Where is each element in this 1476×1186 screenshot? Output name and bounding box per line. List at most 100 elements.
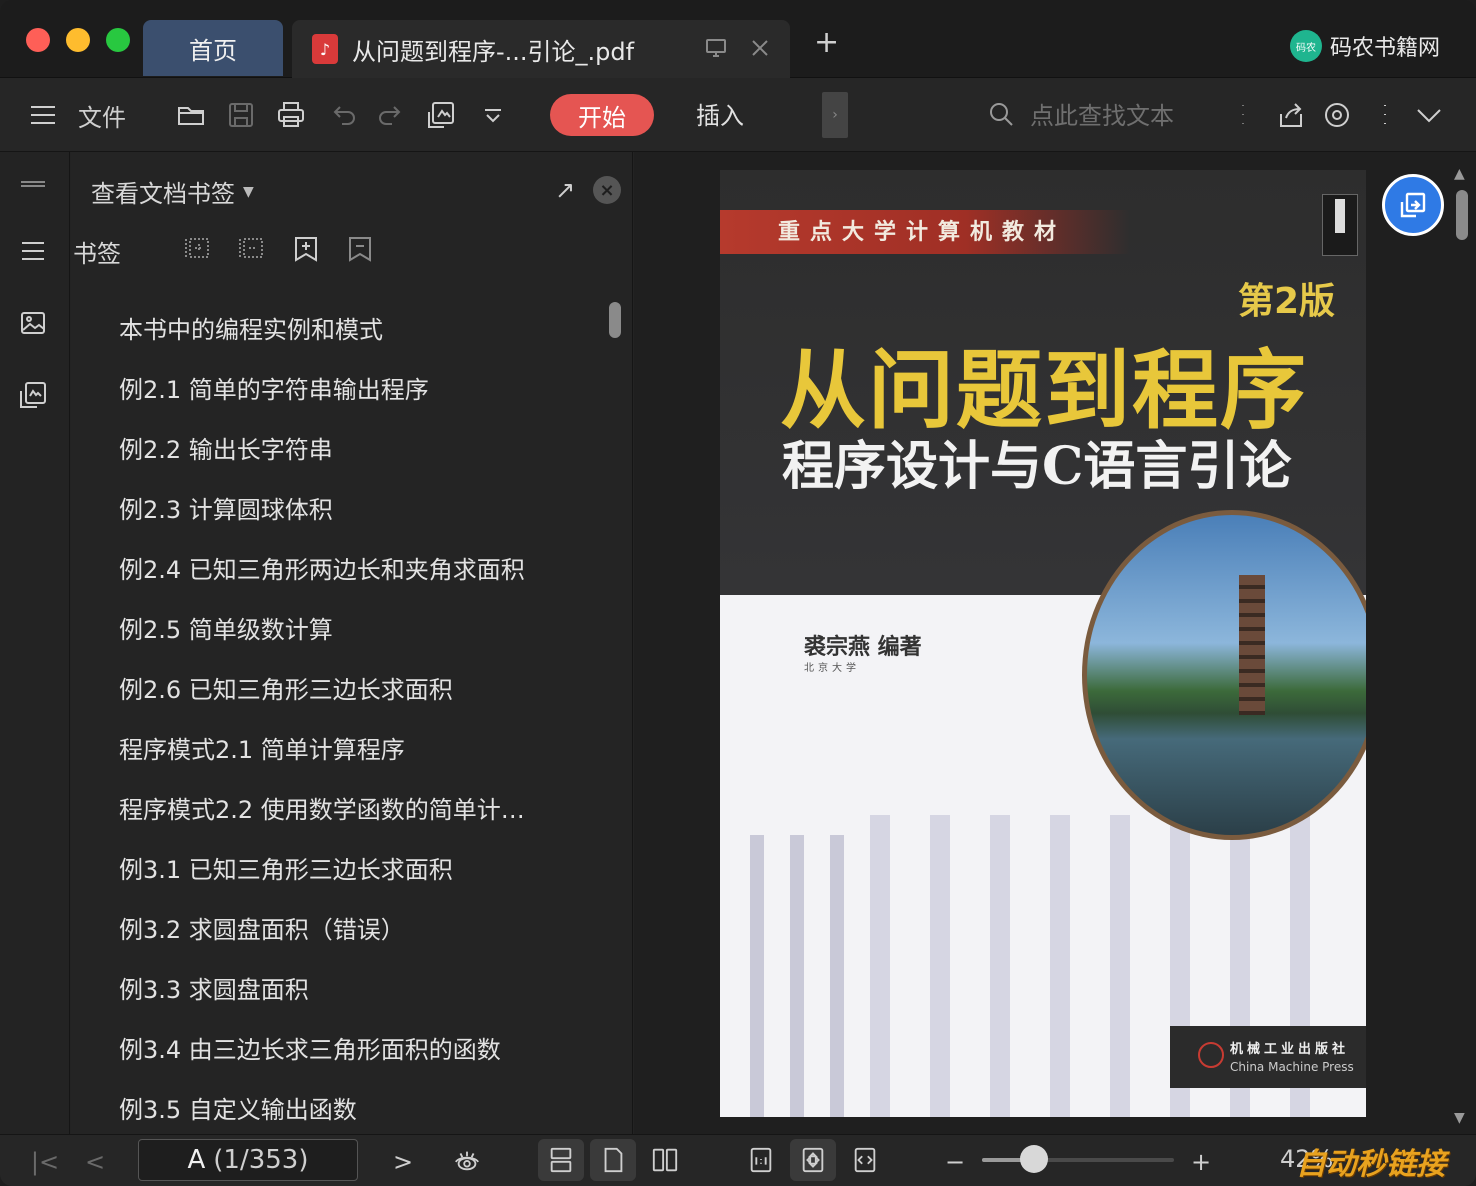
new-tab-button[interactable]: + [814, 28, 839, 58]
toolbar-scroll-handle[interactable]: › [822, 92, 848, 138]
close-tab-icon[interactable] [748, 36, 772, 66]
search-more-button[interactable] [1228, 78, 1258, 152]
bookmark-item[interactable]: 本书中的编程实例和模式 [119, 300, 599, 360]
search-field[interactable]: 点此查找文本 [986, 96, 1174, 131]
annotations-icon[interactable] [18, 380, 48, 410]
prev-page-icon[interactable]: < [80, 1145, 110, 1179]
thumbnails-icon[interactable] [18, 308, 48, 338]
bookmark-item[interactable]: 例2.2 输出长字符串 [119, 420, 599, 480]
zoom-window-button[interactable] [106, 28, 130, 52]
share-icon [1276, 100, 1306, 130]
stripe-decoration [870, 815, 890, 1117]
redo-button[interactable] [376, 78, 406, 152]
convert-icon [1400, 192, 1426, 218]
tab-start[interactable]: 开始 [550, 94, 654, 136]
publisher-name-en: China Machine Press [1230, 1060, 1354, 1074]
more-options-button[interactable] [1370, 78, 1400, 152]
series-text: 重点大学计算机教材 [778, 220, 1067, 245]
book-view-icon [652, 1148, 678, 1172]
actual-size-button[interactable] [738, 1139, 784, 1181]
menu-label: 文件 [78, 103, 126, 132]
bookmarks-list-icon[interactable] [18, 236, 48, 266]
expand-all-icon[interactable] [183, 234, 213, 264]
redo-icon [376, 100, 406, 130]
document-scrollbar[interactable]: ▲ ▼ [1452, 166, 1472, 1126]
close-panel-icon[interactable]: × [593, 176, 621, 204]
panel-title-dropdown[interactable]: 查看文档书签 ▼ [91, 174, 254, 209]
more-dropdown-button[interactable] [478, 78, 508, 152]
settings-button[interactable] [1322, 78, 1352, 152]
bookmark-item[interactable]: 程序模式2.1 简单计算程序 [119, 720, 599, 780]
undo-icon [328, 100, 358, 130]
export-button[interactable] [426, 78, 456, 152]
stripe-decoration [790, 835, 804, 1117]
minimize-window-button[interactable] [66, 28, 90, 52]
stripe-decoration [930, 815, 950, 1117]
tab-document[interactable]: ♪ 从问题到程序-...引论_.pdf [292, 20, 790, 78]
remove-bookmark-icon[interactable] [345, 234, 375, 264]
scroll-down-icon[interactable]: ▼ [1454, 1110, 1465, 1126]
bookmark-item[interactable]: 例2.6 已知三角形三边长求面积 [119, 660, 599, 720]
bookmark-item[interactable]: 例2.4 已知三角形两边长和夹角求面积 [119, 540, 599, 600]
bookmark-list: 本书中的编程实例和模式 例2.1 简单的字符串输出程序 例2.2 输出长字符串 … [119, 300, 599, 1140]
book-subtitle: 程序设计与C语言引论 [782, 436, 1292, 497]
watermark-text: 自动秒链接 [1296, 1147, 1446, 1182]
bookmark-scroll-thumb[interactable] [609, 302, 621, 338]
open-button[interactable] [176, 78, 206, 152]
bookmark-item[interactable]: 例3.3 求圆盘面积 [119, 960, 599, 1020]
author-affiliation: 北京大学 [804, 663, 860, 674]
save-button[interactable] [226, 78, 256, 152]
stripe-decoration [990, 815, 1010, 1117]
add-bookmark-icon[interactable] [291, 234, 321, 264]
fit-page-button[interactable] [790, 1139, 836, 1181]
title-bar: 首页 ♪ 从问题到程序-...引论_.pdf + 码农 码农书籍网 [0, 0, 1476, 78]
publisher-block: 机械工业出版社 China Machine Press [1170, 1026, 1366, 1088]
bookmark-item[interactable]: 例3.4 由三边长求三角形面积的函数 [119, 1020, 599, 1080]
collapse-toolbar-button[interactable] [1414, 78, 1444, 152]
author-name: 裘宗燕 编著 [804, 634, 922, 660]
single-page-view-button[interactable] [590, 1139, 636, 1181]
bookmark-item[interactable]: 例2.3 计算圆球体积 [119, 480, 599, 540]
bookmark-item[interactable]: 例2.5 简单级数计算 [119, 600, 599, 660]
scroll-up-icon[interactable]: ▲ [1454, 166, 1465, 182]
bookmark-scrollbar[interactable] [607, 298, 623, 1134]
print-button[interactable] [276, 78, 306, 152]
tab-insert[interactable]: 插入 [696, 96, 744, 131]
bookmark-item[interactable]: 例3.5 自定义输出函数 [119, 1080, 599, 1140]
zoom-out-icon[interactable]: − [940, 1145, 970, 1179]
floating-convert-button[interactable] [1382, 174, 1444, 236]
collapse-panel-icon[interactable] [18, 170, 48, 200]
undo-button[interactable] [328, 78, 358, 152]
next-page-icon[interactable]: > [388, 1145, 418, 1179]
continuous-view-button[interactable] [538, 1139, 584, 1181]
monitor-icon[interactable] [704, 36, 728, 66]
close-window-button[interactable] [26, 28, 50, 52]
collapse-all-icon[interactable] [237, 234, 267, 264]
edition-label: 第2版 [1238, 281, 1336, 322]
app-window: 首页 ♪ 从问题到程序-...引论_.pdf + 码农 码农书籍网 文件 开始 … [0, 0, 1476, 1186]
bookmark-item[interactable]: 程序模式2.2 使用数学函数的简单计… [119, 780, 599, 840]
publisher-logo-icon [1198, 1042, 1224, 1068]
two-page-view-button[interactable] [642, 1139, 688, 1181]
chevron-down-icon [478, 100, 508, 130]
bookmark-item[interactable]: 例3.2 求圆盘面积（错误） [119, 900, 599, 960]
menu-button[interactable]: 文件 [28, 78, 126, 152]
page-number-input[interactable]: A (1/353) [138, 1139, 358, 1181]
tab-home[interactable]: 首页 [143, 20, 283, 76]
zoom-slider[interactable] [982, 1158, 1174, 1162]
panel-title: 查看文档书签 [91, 180, 235, 208]
brand-name: 码农书籍网 [1329, 36, 1440, 61]
share-button[interactable] [1276, 78, 1306, 152]
zoom-slider-handle[interactable] [1019, 1145, 1048, 1173]
fit-width-button[interactable] [842, 1139, 888, 1181]
bookmark-item[interactable]: 例2.1 简单的字符串输出程序 [119, 360, 599, 420]
bookmark-item[interactable]: 例3.1 已知三角形三边长求面积 [119, 840, 599, 900]
hamburger-icon [28, 100, 58, 130]
pdf-file-icon: ♪ [312, 34, 338, 64]
expand-panel-icon[interactable]: ↗ [555, 176, 575, 204]
document-scroll-thumb[interactable] [1456, 190, 1468, 240]
zoom-in-icon[interactable]: + [1186, 1145, 1216, 1179]
brand[interactable]: 码农 码农书籍网 [1289, 30, 1440, 62]
eye-protection-button[interactable] [444, 1139, 490, 1181]
first-page-icon[interactable]: |< [30, 1145, 60, 1179]
